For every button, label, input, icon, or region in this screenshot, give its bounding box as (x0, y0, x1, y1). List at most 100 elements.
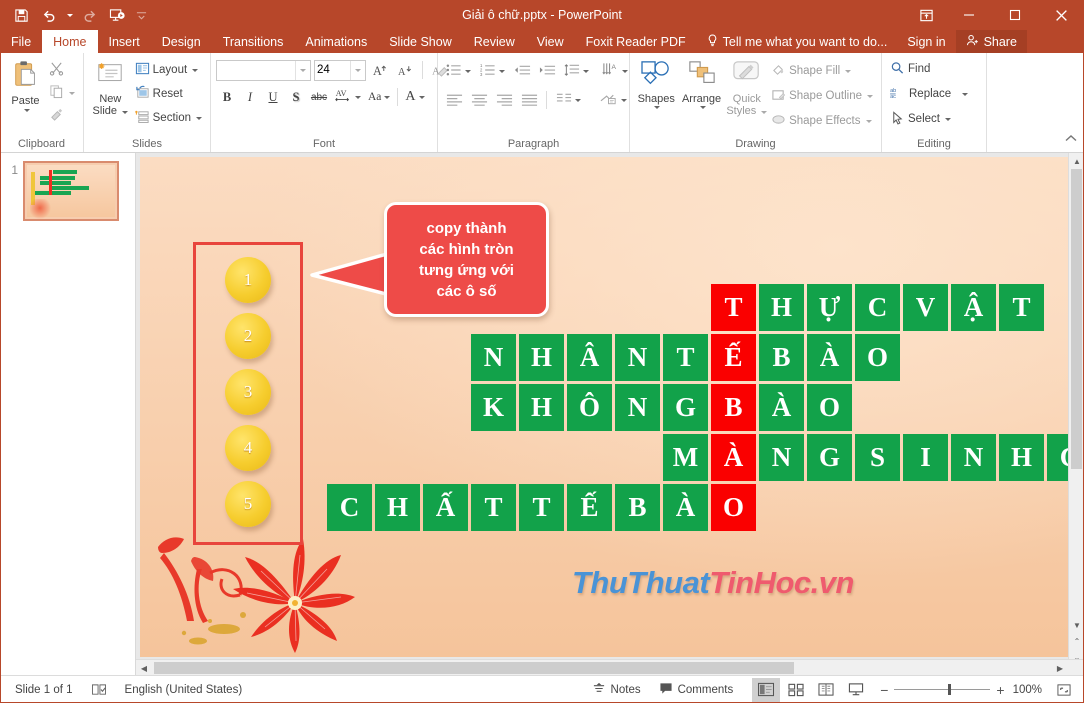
previous-slide-icon[interactable]: ⌃ (1069, 633, 1084, 649)
font-size-dropdown-icon[interactable] (350, 60, 363, 80)
crossword-cell[interactable]: O (807, 384, 852, 431)
horizontal-scroll-thumb[interactable] (154, 662, 794, 674)
text-direction-dropdown-icon[interactable] (622, 69, 628, 73)
fit-to-window-button[interactable] (1050, 677, 1078, 703)
tab-review[interactable]: Review (463, 30, 526, 53)
tell-me-search[interactable]: Tell me what you want to do... (697, 30, 898, 53)
new-slide-button[interactable]: New Slide (89, 57, 132, 117)
select-button[interactable]: Select (887, 108, 954, 130)
number-circle-2[interactable]: 2 (225, 313, 271, 359)
thumbnail-item[interactable]: 1 (0, 161, 135, 221)
zoom-level[interactable]: 100% (1005, 677, 1050, 703)
crossword-cell[interactable]: G (807, 434, 852, 481)
paste-button[interactable]: Paste (5, 57, 46, 112)
slide-thumbnail-1[interactable] (23, 161, 119, 221)
shape-fill-button[interactable]: Shape Fill (768, 60, 876, 82)
crossword-cell[interactable]: Ấ (423, 484, 468, 531)
close-icon[interactable] (1038, 0, 1084, 30)
columns-button[interactable] (553, 89, 584, 111)
numbering-button[interactable]: 123 (477, 60, 508, 82)
crossword-cell[interactable]: I (903, 434, 948, 481)
shapes-button[interactable]: Shapes (635, 57, 678, 109)
font-name-dropdown-icon[interactable] (295, 60, 308, 80)
crossword-cell[interactable]: S (855, 434, 900, 481)
tab-design[interactable]: Design (151, 30, 212, 53)
character-spacing-button[interactable]: AV (331, 86, 364, 108)
crossword-cell[interactable]: H (375, 484, 420, 531)
scroll-up-icon[interactable]: ▲ (1069, 153, 1084, 169)
line-spacing-dropdown-icon[interactable] (583, 69, 589, 73)
zoom-knob[interactable] (948, 684, 952, 695)
scroll-right-icon[interactable]: ▶ (1052, 660, 1068, 675)
vertical-scrollbar[interactable]: ▲ ▼ ⌃ ⌄ (1068, 153, 1084, 675)
paste-dropdown-icon[interactable] (23, 109, 30, 112)
shape-effects-dropdown-icon[interactable] (865, 119, 872, 123)
bold-button[interactable]: B (216, 86, 238, 108)
ribbon-display-options-icon[interactable] (906, 0, 946, 30)
columns-dropdown-icon[interactable] (575, 98, 581, 102)
text-direction-button[interactable]: A (599, 60, 631, 82)
crossword-cell[interactable]: Ế (567, 484, 612, 531)
customize-qat-icon[interactable] (132, 3, 150, 27)
tab-view[interactable]: View (526, 30, 575, 53)
sign-in-button[interactable]: Sign in (897, 30, 955, 53)
crossword-cell[interactable]: Ậ (951, 284, 996, 331)
crossword-cell[interactable]: T (471, 484, 516, 531)
find-button[interactable]: Find (887, 58, 933, 80)
crossword-cell[interactable]: À (711, 434, 756, 481)
crossword-cell[interactable]: À (759, 384, 804, 431)
decrease-indent-button[interactable] (511, 60, 533, 82)
text-shadow-button[interactable]: S (285, 86, 307, 108)
crossword-cell[interactable]: Ế (711, 334, 756, 381)
crossword-cell[interactable]: O (855, 334, 900, 381)
comments-button[interactable]: Comments (650, 677, 743, 703)
line-spacing-button[interactable] (561, 60, 592, 82)
crossword-cell[interactable]: C (327, 484, 372, 531)
crossword-cell[interactable]: T (519, 484, 564, 531)
zoom-out-button[interactable]: − (880, 682, 888, 698)
zoom-track[interactable] (894, 684, 991, 695)
maximize-icon[interactable] (992, 0, 1038, 30)
crossword-row-3[interactable]: KHÔNGBÀO (471, 384, 852, 431)
tab-file[interactable]: File (0, 30, 42, 53)
crossword-cell[interactable]: B (615, 484, 660, 531)
crossword-cell[interactable]: H (519, 384, 564, 431)
scroll-left-icon[interactable]: ◀ (136, 660, 152, 675)
underline-button[interactable]: U (262, 86, 284, 108)
crossword-row-4[interactable]: MÀNGSINHC (663, 434, 1068, 481)
replace-dropdown-icon[interactable] (962, 92, 969, 96)
collapse-ribbon-button[interactable] (1064, 131, 1078, 149)
zoom-in-button[interactable]: + (996, 682, 1004, 698)
layout-button[interactable]: Layout (132, 59, 205, 81)
undo-dropdown-icon[interactable] (64, 3, 74, 27)
crossword-cell[interactable]: Ô (567, 384, 612, 431)
arrange-button[interactable]: Arrange (678, 57, 726, 109)
reset-button[interactable]: Reset (132, 83, 205, 105)
replace-button[interactable]: ab ac Replace (887, 83, 971, 105)
spellcheck-icon[interactable] (82, 677, 116, 703)
character-spacing-dropdown-icon[interactable] (355, 95, 361, 99)
align-right-button[interactable] (493, 89, 515, 111)
section-button[interactable]: Section (132, 107, 205, 129)
tab-insert[interactable]: Insert (98, 30, 151, 53)
copy-button[interactable] (46, 82, 78, 104)
strikethrough-button[interactable]: abc (308, 86, 330, 108)
reading-view-button[interactable] (812, 678, 840, 702)
crossword-cell[interactable]: N (951, 434, 996, 481)
crossword-row-1[interactable]: THỰCVẬT (711, 284, 1044, 331)
crossword-cell[interactable]: H (999, 434, 1044, 481)
crossword-cell[interactable]: H (759, 284, 804, 331)
justify-button[interactable] (518, 89, 540, 111)
crossword-cell[interactable]: B (759, 334, 804, 381)
crossword-cell[interactable]: À (807, 334, 852, 381)
minimize-icon[interactable] (946, 0, 992, 30)
quick-styles-button[interactable]: Quick Styles (726, 57, 769, 117)
number-circle-3[interactable]: 3 (225, 369, 271, 415)
crossword-cell[interactable]: N (615, 384, 660, 431)
number-circle-4[interactable]: 4 (225, 425, 271, 471)
number-circle-5[interactable]: 5 (225, 481, 271, 527)
crossword-cell[interactable]: H (519, 334, 564, 381)
start-slideshow-icon[interactable] (104, 3, 130, 27)
language-indicator[interactable]: English (United States) (116, 677, 252, 703)
layout-dropdown-icon[interactable] (192, 68, 199, 72)
